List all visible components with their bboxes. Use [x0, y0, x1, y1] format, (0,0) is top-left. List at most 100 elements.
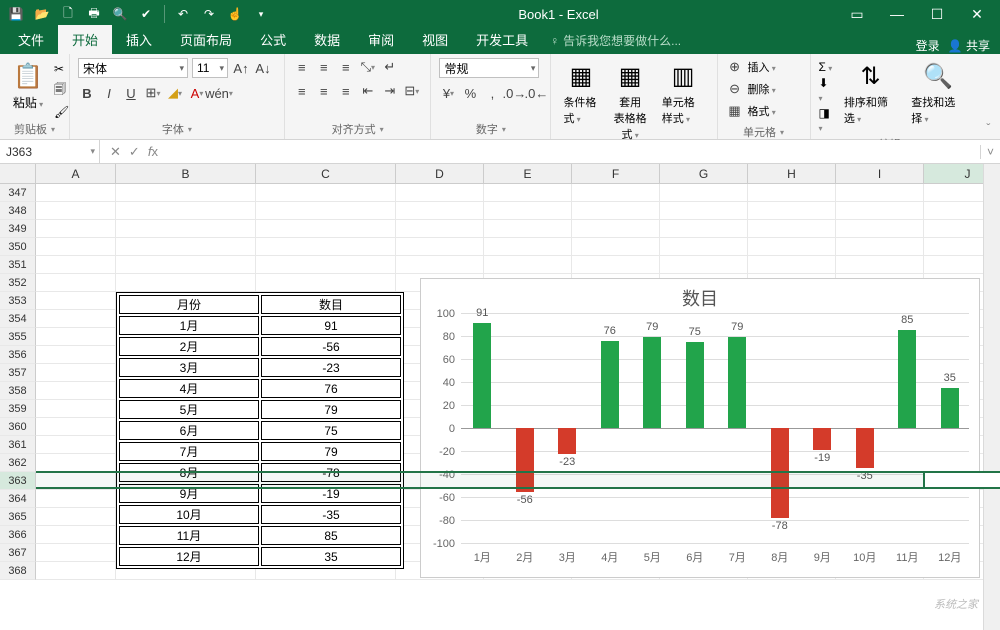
clear-icon[interactable]: ◨	[819, 106, 834, 134]
row-header[interactable]: 368	[0, 562, 36, 580]
row-header[interactable]: 356	[0, 346, 36, 364]
table-cell-month[interactable]: 7月	[119, 442, 259, 461]
row-header[interactable]: 363	[0, 472, 36, 490]
chart-bar[interactable]	[898, 330, 916, 428]
comma-icon[interactable]: ,	[483, 84, 501, 102]
chart-bar[interactable]	[941, 388, 959, 428]
align-middle-icon[interactable]: ≡	[315, 58, 333, 76]
cut-icon[interactable]: ✂	[54, 62, 69, 76]
column-header[interactable]: B	[116, 164, 256, 184]
row-header[interactable]: 353	[0, 292, 36, 310]
table-cell-value[interactable]: 85	[261, 526, 401, 545]
tab-开始[interactable]: 开始	[58, 25, 112, 54]
tellme-placeholder[interactable]: 告诉我您想要做什么...	[563, 32, 681, 49]
table-cell-month[interactable]: 8月	[119, 463, 259, 482]
align-left-icon[interactable]: ≡	[293, 82, 311, 100]
table-cell-value[interactable]: -23	[261, 358, 401, 377]
column-header[interactable]: C	[256, 164, 396, 184]
table-cell-month[interactable]: 9月	[119, 484, 259, 503]
chart-bar[interactable]	[856, 428, 874, 468]
table-cell-month[interactable]: 11月	[119, 526, 259, 545]
table-cell-month[interactable]: 6月	[119, 421, 259, 440]
row-header[interactable]: 366	[0, 526, 36, 544]
collapse-ribbon-icon[interactable]: ˇ	[977, 54, 1000, 139]
indent-dec-icon[interactable]: ⇤	[359, 82, 377, 100]
orientation-icon[interactable]: ⤡	[359, 58, 377, 76]
table-cell-value[interactable]: 91	[261, 316, 401, 335]
undo-icon[interactable]: ↶	[171, 2, 195, 26]
table-cell-month[interactable]: 4月	[119, 379, 259, 398]
tab-审阅[interactable]: 审阅	[354, 25, 408, 54]
tab-页面布局[interactable]: 页面布局	[166, 25, 246, 54]
column-header[interactable]: I	[836, 164, 924, 184]
fill-color-icon[interactable]: ◢	[166, 84, 184, 102]
cancel-formula-icon[interactable]: ✕	[110, 144, 121, 160]
column-header[interactable]: A	[36, 164, 116, 184]
open-icon[interactable]: 📂	[30, 2, 54, 26]
data-table[interactable]: 月份 数目 1月912月-563月-234月765月796月757月798月-7…	[116, 292, 404, 569]
row-header[interactable]: 367	[0, 544, 36, 562]
font-size-combo[interactable]: 11	[192, 58, 228, 78]
row-header[interactable]: 359	[0, 400, 36, 418]
copy-icon[interactable]: 🗐	[54, 80, 69, 101]
row-header[interactable]: 361	[0, 436, 36, 454]
table-cell-value[interactable]: -78	[261, 463, 401, 482]
italic-button[interactable]: I	[100, 84, 118, 102]
enter-formula-icon[interactable]: ✓	[129, 144, 140, 160]
table-cell-value[interactable]: -56	[261, 337, 401, 356]
row-header[interactable]: 352	[0, 274, 36, 292]
vertical-scrollbar[interactable]	[983, 164, 1000, 630]
row-header[interactable]: 364	[0, 490, 36, 508]
align-right-icon[interactable]: ≡	[337, 82, 355, 100]
quickprint-icon[interactable]: 🖶	[82, 2, 106, 26]
fill-icon[interactable]: ⬇	[819, 76, 834, 104]
format-as-table-button[interactable]: ▦套用 表格格式	[609, 58, 652, 144]
formula-bar[interactable]	[168, 140, 980, 163]
font-color-icon[interactable]: A	[188, 84, 206, 102]
row-header[interactable]: 360	[0, 418, 36, 436]
sort-filter-button[interactable]: ⇅排序和筛选	[840, 58, 901, 128]
qat-customize-icon[interactable]: ▾	[249, 2, 273, 26]
column-header[interactable]: F	[572, 164, 660, 184]
insert-label[interactable]: 插入	[748, 59, 776, 75]
save-icon[interactable]: 💾	[4, 2, 28, 26]
border-icon[interactable]: ⊞	[144, 84, 162, 102]
minimize-icon[interactable]: —	[880, 2, 914, 26]
autosum-icon[interactable]: Σ	[819, 60, 834, 74]
table-cell-month[interactable]: 1月	[119, 316, 259, 335]
maximize-icon[interactable]: ☐	[920, 2, 954, 26]
login-link[interactable]: 登录	[916, 37, 940, 54]
fx-icon[interactable]: fx	[148, 144, 158, 160]
row-header[interactable]: 357	[0, 364, 36, 382]
number-format-combo[interactable]: 常规	[439, 58, 539, 78]
chart-bar[interactable]	[771, 428, 789, 518]
table-cell-month[interactable]: 5月	[119, 400, 259, 419]
table-cell-month[interactable]: 3月	[119, 358, 259, 377]
delete-cells-icon[interactable]: ⊖	[726, 80, 744, 98]
table-cell-value[interactable]: 35	[261, 547, 401, 566]
chart-bar[interactable]	[643, 337, 661, 428]
cell-styles-button[interactable]: ▥单元格样式	[658, 58, 709, 128]
font-name-combo[interactable]: 宋体	[78, 58, 188, 78]
indent-inc-icon[interactable]: ⇥	[381, 82, 399, 100]
insert-cells-icon[interactable]: ⊕	[726, 58, 744, 76]
column-header[interactable]: H	[748, 164, 836, 184]
paste-button[interactable]: 📋 粘贴	[8, 58, 48, 113]
table-cell-value[interactable]: 76	[261, 379, 401, 398]
table-cell-value[interactable]: 79	[261, 442, 401, 461]
tab-插入[interactable]: 插入	[112, 25, 166, 54]
currency-icon[interactable]: ¥	[439, 84, 457, 102]
format-label[interactable]: 格式	[748, 103, 776, 119]
percent-icon[interactable]: %	[461, 84, 479, 102]
row-header[interactable]: 362	[0, 454, 36, 472]
ribbon-options-icon[interactable]: ▭	[840, 2, 874, 26]
tab-数据[interactable]: 数据	[300, 25, 354, 54]
new-icon[interactable]: 🗋	[56, 2, 80, 26]
expand-formula-icon[interactable]: ˅	[980, 145, 1000, 159]
table-cell-value[interactable]: 75	[261, 421, 401, 440]
decrease-font-icon[interactable]: A↓	[254, 59, 272, 77]
chart[interactable]: 数目 -100-80-60-40-20020406080100911月-562月…	[420, 278, 980, 578]
table-cell-value[interactable]: -19	[261, 484, 401, 503]
column-header[interactable]: G	[660, 164, 748, 184]
chart-bar[interactable]	[601, 341, 619, 428]
